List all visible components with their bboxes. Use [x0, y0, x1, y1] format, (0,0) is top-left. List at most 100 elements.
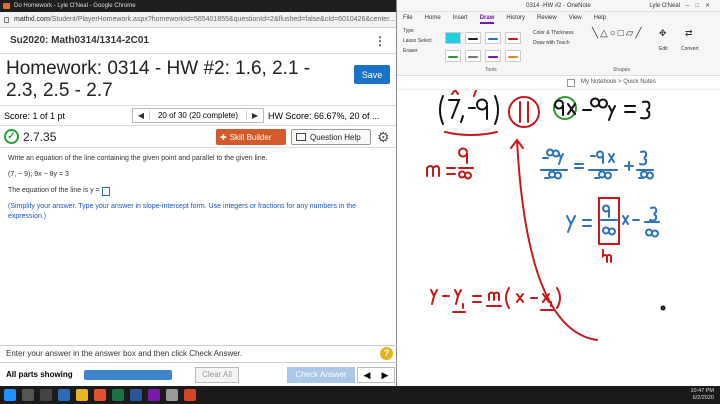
highlighter-cyan[interactable] — [445, 32, 461, 44]
shapes-gallery-icon[interactable]: ╲△○□▱╱ — [592, 28, 644, 39]
question-given: (7, − 9); 9x − 8y = 3 — [8, 171, 69, 178]
answer-prefix: The equation of the line is y = — [8, 187, 100, 194]
edit-label: Edit — [659, 46, 668, 52]
pen-gray[interactable] — [465, 50, 481, 62]
answer-hint: (Simplify your answer. Type your answer … — [8, 203, 357, 220]
ink-m-2 — [488, 291, 500, 301]
lasso-select-tool[interactable]: Lasso Select — [403, 38, 432, 44]
help-icon[interactable]: ? — [380, 347, 393, 360]
powerpoint-icon[interactable] — [184, 389, 196, 401]
puzzle-icon: ✚ — [220, 132, 227, 142]
pen-orange[interactable] — [505, 50, 521, 62]
chrome-taskbar-icon[interactable] — [94, 389, 106, 401]
score-bar: Score: 1 of 1 pt ◀ 20 of 30 (20 complete… — [0, 106, 396, 126]
lock-icon — [4, 17, 9, 23]
ink-y1 — [454, 289, 464, 309]
eraser-tool[interactable]: Eraser — [403, 48, 418, 54]
task-view-icon[interactable] — [40, 389, 52, 401]
pen-red[interactable] — [505, 32, 521, 44]
clock-date: 6/2/2020 — [692, 395, 714, 401]
tab-history[interactable]: History — [506, 12, 525, 24]
ink-neg-9x — [590, 150, 615, 164]
word-icon[interactable] — [130, 389, 142, 401]
notebook-breadcrumb[interactable]: My Notebook > Quick Notes — [581, 79, 656, 85]
ink-three — [640, 100, 651, 120]
system-clock[interactable]: 10:47 PM 6/2/2020 — [690, 388, 714, 402]
help-window-icon — [296, 133, 306, 141]
instruction-bar: Enter your answer in the answer box and … — [0, 345, 397, 361]
pen-black[interactable] — [465, 32, 481, 44]
onenote-title: 0314 -HW #2 - OneNote — [526, 3, 591, 9]
answer-line: The equation of the line is y = — [8, 186, 388, 196]
tab-draw[interactable]: Draw — [479, 12, 495, 24]
check-answer-button[interactable]: Check Answer — [287, 366, 355, 383]
file-explorer-icon[interactable] — [76, 389, 88, 401]
onenote-taskbar-icon[interactable] — [148, 389, 160, 401]
question-select[interactable]: 20 of 30 (20 complete) — [149, 111, 247, 120]
ink-neg-8-2 — [594, 170, 612, 180]
start-icon[interactable] — [4, 389, 16, 401]
skill-builder-label: Skill Builder — [229, 132, 272, 142]
ink-y1-label — [473, 90, 478, 97]
ink-equals-3 — [582, 219, 592, 227]
onenote-window: 0314 -HW #2 - OneNote Lyle O'Neal ─□✕ Fi… — [397, 0, 720, 386]
browser-title: Do Homework - Lyle O'Neal - Google Chrom… — [14, 3, 136, 9]
type-tool[interactable]: Type — [403, 28, 414, 34]
ink-open-paren — [439, 95, 444, 125]
notebook-toggle-icon[interactable] — [567, 79, 575, 87]
search-icon[interactable] — [22, 389, 34, 401]
address-bar[interactable]: mathxl.com/Student/PlayerHomework.aspx?h… — [0, 12, 396, 28]
ink-m — [426, 165, 440, 177]
convert-icon[interactable]: ⇄ — [685, 28, 693, 39]
tab-insert[interactable]: Insert — [453, 12, 468, 24]
course-bar: Su2020: Math0314/1314-2C01 ⋮ — [0, 28, 396, 54]
next-question-icon[interactable]: ▶ — [247, 111, 263, 120]
clear-all-button[interactable]: Clear All — [195, 366, 239, 383]
ink-y-2 — [430, 289, 438, 305]
edit-icon[interactable]: ✥ — [659, 28, 667, 39]
tab-file[interactable]: File — [403, 12, 413, 24]
question-help-button[interactable]: Question Help — [291, 129, 371, 145]
tab-help[interactable]: Help — [594, 12, 606, 24]
tab-review[interactable]: Review — [537, 12, 557, 24]
question-navigator: ◀ 20 of 30 (20 complete) ▶ — [132, 108, 264, 123]
ink-9x — [554, 99, 576, 116]
edge-icon[interactable] — [58, 389, 70, 401]
window-controls-icon[interactable]: ─□✕ — [685, 0, 716, 12]
tab-home[interactable]: Home — [425, 12, 441, 24]
ink-nine-eighths-2 — [600, 204, 618, 236]
answer-input[interactable] — [101, 186, 110, 196]
score-label: Score: 1 of 1 pt — [4, 110, 66, 121]
pen-blue[interactable] — [485, 32, 501, 44]
ink-canvas[interactable] — [397, 90, 720, 386]
tab-view[interactable]: View — [569, 12, 582, 24]
check-icon: ✓ — [4, 129, 19, 144]
color-thickness-tool[interactable]: Color & Thickness — [533, 30, 573, 36]
ink-close-paren — [494, 95, 499, 125]
more-options-icon[interactable]: ⋮ — [374, 34, 386, 48]
footer-next-icon[interactable]: ▶ — [376, 368, 394, 382]
gear-icon[interactable]: ⚙ — [377, 129, 390, 146]
prev-question-icon[interactable]: ◀ — [133, 111, 149, 120]
pen-purple[interactable] — [485, 50, 501, 62]
footer-prev-icon[interactable]: ◀ — [358, 368, 376, 382]
url-path: /Student/PlayerHomework.aspx?homeworkId=… — [49, 16, 395, 23]
pen-green[interactable] — [445, 50, 461, 62]
footer-bar: All parts showing Clear All Check Answer… — [0, 362, 397, 386]
ink-plus — [624, 161, 634, 171]
excel-icon[interactable] — [112, 389, 124, 401]
homework-title: Homework: 0314 - HW #2: 1.6, 2.1 - 2.3, … — [6, 58, 311, 101]
save-button[interactable]: Save — [354, 65, 390, 84]
parts-progress-bar — [84, 369, 172, 380]
ink-neg-8y — [542, 148, 564, 165]
ink-close-paren-2 — [556, 287, 561, 309]
favicon-icon — [3, 3, 10, 9]
skill-builder-button[interactable]: ✚ Skill Builder — [216, 129, 286, 145]
hw-score: HW Score: 66.67%, 20 of ... — [268, 110, 380, 121]
app-icon[interactable] — [166, 389, 178, 401]
ink-8y — [590, 97, 616, 121]
onenote-user: Lyle O'Neal — [649, 3, 680, 9]
parts-label: All parts showing — [6, 370, 73, 379]
ink-equals-2 — [574, 163, 584, 169]
draw-with-touch-tool[interactable]: Draw with Touch — [533, 40, 570, 46]
